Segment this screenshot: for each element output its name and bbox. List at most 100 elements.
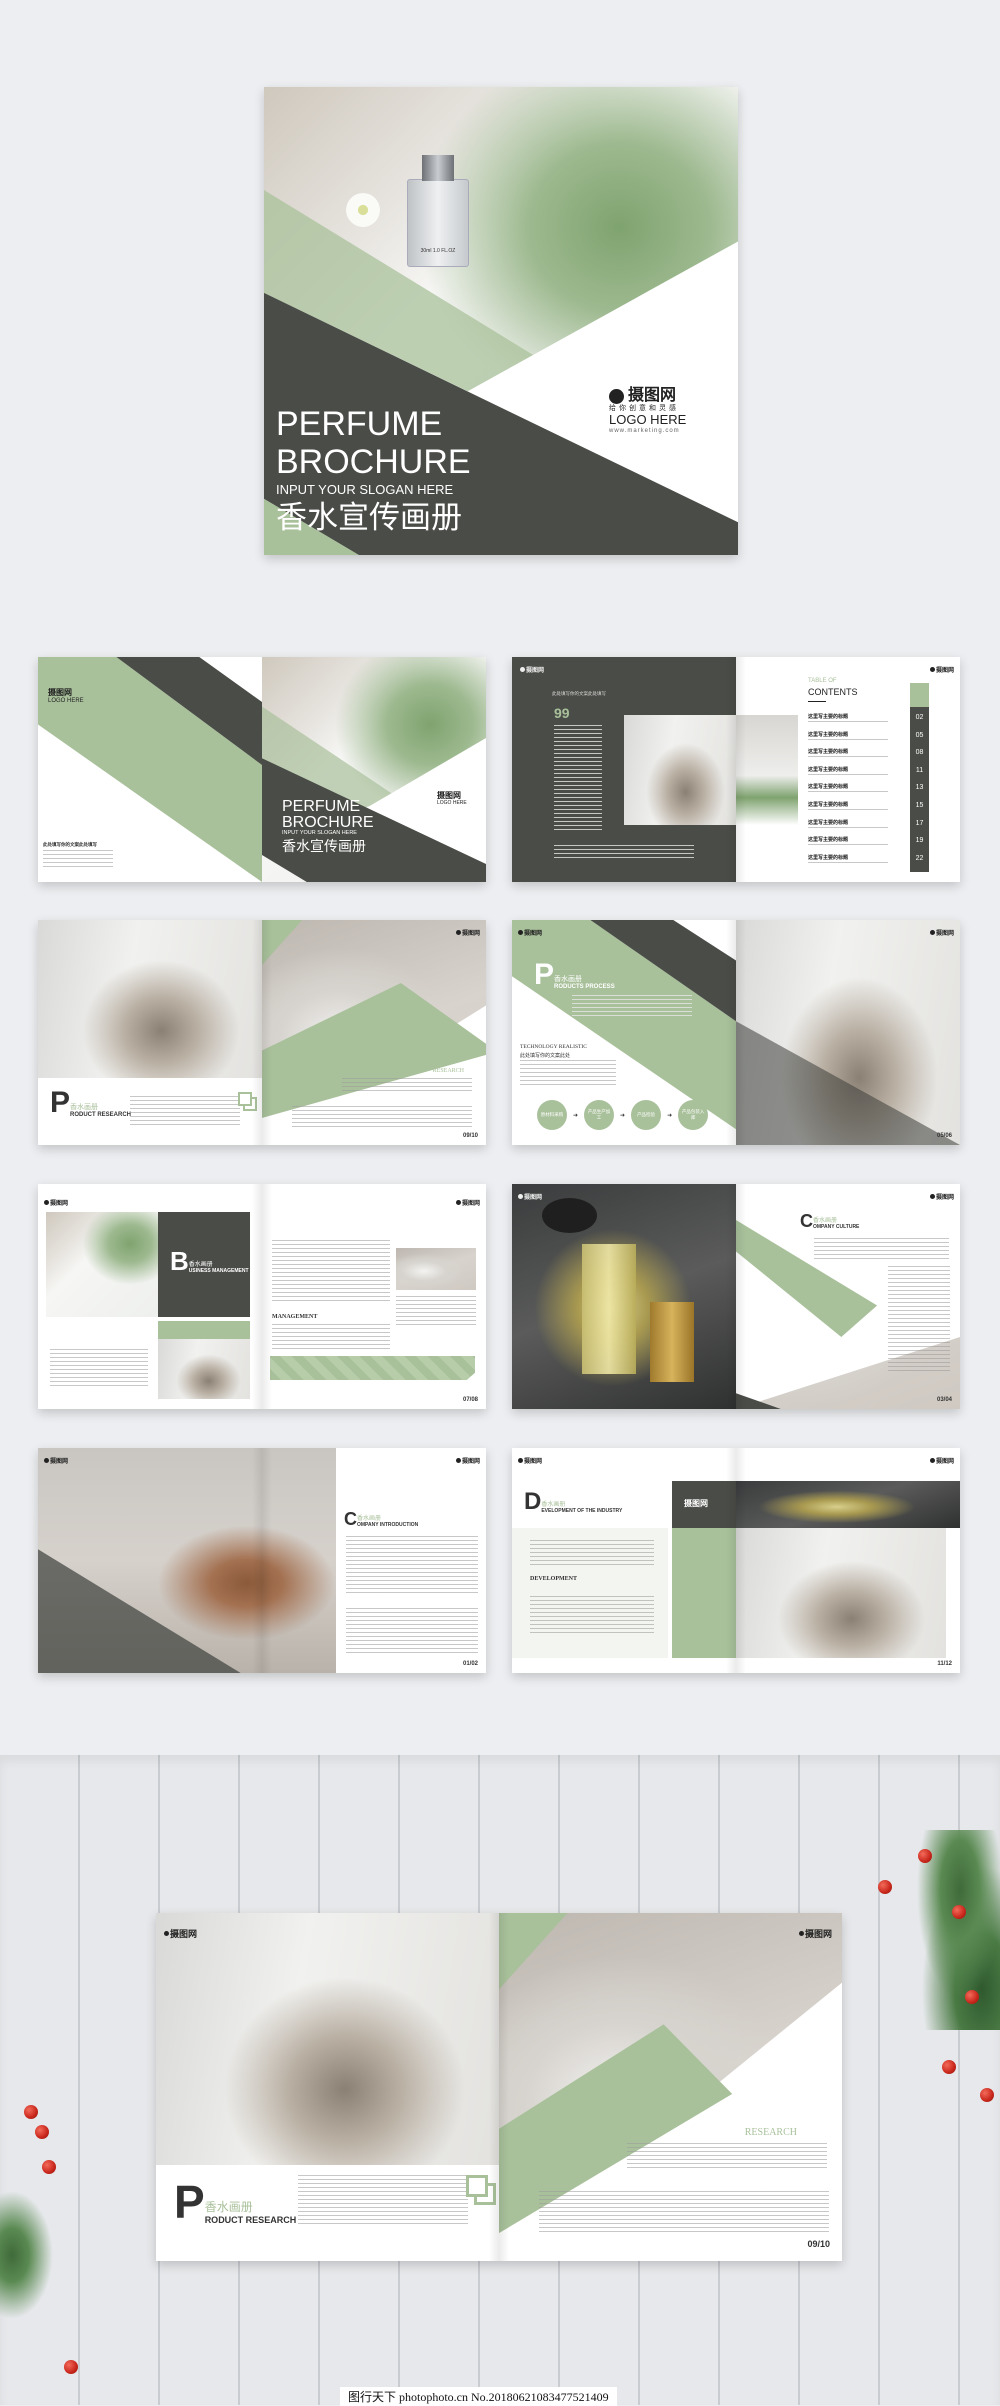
toc-item-subtitle — [808, 791, 888, 794]
body-text — [530, 1540, 654, 1566]
mini-logo: 摄图网 — [929, 665, 954, 674]
section-en: EVELOPMENT OF THE INDUSTRY — [541, 1508, 623, 1514]
berry — [42, 2160, 56, 2174]
development-left: 摄图网 D 香水画册 EVELOPMENT OF THE INDUSTRY DEV… — [512, 1448, 736, 1673]
berry — [64, 2360, 78, 2374]
toc-item[interactable]: 这里写主要的标题 — [808, 854, 888, 864]
camera-aperture-icon — [518, 930, 523, 935]
camera-aperture-icon — [518, 1194, 523, 1199]
berry — [965, 1990, 979, 2004]
side-text — [396, 1296, 476, 1328]
reed-diffuser-image — [38, 920, 262, 1078]
toc-item[interactable]: 这里写主要的标题 — [808, 819, 888, 829]
spread-products-process: 摄图网 P 香水画册 RODUCTS PROCESS TECHNOLOGY REA… — [512, 920, 960, 1145]
section-cn: 香水画册 — [554, 976, 583, 983]
berry — [952, 1905, 966, 1919]
camera-aperture-icon — [520, 667, 525, 672]
page-number: 05/06 — [936, 1133, 952, 1139]
section-title: C 香水画册 OMPANY CULTURE — [800, 1212, 859, 1230]
toc-item-title: 这里写主要的标题 — [808, 819, 849, 826]
back-logo: 摄图网 LOGO HERE — [48, 688, 84, 704]
process-step: 产品检验 — [631, 1100, 662, 1130]
section-en: RODUCT RESEARCH — [204, 2215, 297, 2225]
section-en: RODUCT RESEARCH — [70, 1112, 132, 1118]
contents-page: 摄图网 TABLE OF CONTENTS 这里写主要的标题 02 这里写主要的… — [736, 657, 960, 882]
green-caption-bar — [158, 1321, 250, 1339]
process-left: 摄图网 P 香水画册 RODUCTS PROCESS TECHNOLOGY REA… — [512, 920, 736, 1145]
toc-item[interactable]: 这里写主要的标题 — [808, 748, 888, 759]
basket-image — [396, 1248, 476, 1290]
perfume-bottle-small — [650, 1302, 694, 1382]
product-research-left: P 香水画册 RODUCT RESEARCH — [38, 920, 262, 1145]
section-title: C 香水画册 OMPANY INTRODUCTION — [344, 1510, 418, 1528]
mini-logo: 摄图网 — [518, 928, 542, 937]
page-number: 01/02 — [462, 1661, 478, 1667]
page-number: 07/08 — [462, 1397, 478, 1403]
camera-aperture-icon — [164, 1931, 169, 1936]
reed-diffuser-image — [624, 715, 736, 825]
back-cover-contact: 此处填写你的文案此处填写 — [43, 842, 113, 870]
bottle-label: 30ml 1.0 FL.OZ — [420, 248, 456, 254]
camera-aperture-icon — [798, 1931, 804, 1936]
dark-overlay — [736, 1021, 960, 1145]
logo-name: 摄图网 — [628, 387, 677, 404]
toc-item[interactable]: 这里写主要的标题 — [808, 731, 888, 741]
green-panel — [672, 1528, 736, 1658]
mini-logo: 摄图网 — [455, 1456, 480, 1465]
research-text — [342, 1078, 472, 1094]
toc-item-title: 这里写主要的标题 — [808, 766, 849, 773]
research-label: RESEARCH — [432, 1068, 464, 1074]
intro-text-page: 摄图网 C 香水画册 OMPANY INTRODUCTION 01/02 — [336, 1448, 486, 1673]
research-text-2 — [292, 1106, 472, 1130]
slogan: INPUT YOUR SLOGAN HERE — [282, 830, 357, 836]
toc-item[interactable]: 这里写主要的标题 — [808, 783, 888, 794]
process-step: 产品生产加工 — [584, 1100, 615, 1130]
toc-title: CONTENTS — [808, 687, 858, 697]
logo-text: LOGO HERE — [437, 799, 467, 806]
slogan: INPUT YOUR SLOGAN HERE — [276, 482, 454, 497]
toc-page-number: 08 — [915, 749, 924, 757]
berry — [24, 2105, 38, 2119]
process-steps: 原材料采购 ➜ 产品生产加工 ➜ 产品检验 ➜ 产品包装入库 — [537, 1100, 709, 1130]
body-text — [814, 1238, 949, 1260]
mini-logo: 摄图网 — [518, 1456, 542, 1465]
drop-letter: C — [800, 1211, 813, 1231]
mini-logo: 摄图网 — [518, 1192, 542, 1201]
drop-letter: D — [524, 1488, 542, 1515]
process-step: 原材料采购 — [537, 1100, 567, 1130]
bottle-fern-image — [46, 1212, 158, 1317]
contact-lines — [43, 850, 113, 870]
toc-item[interactable]: 这里写主要的标题 — [808, 713, 888, 723]
toc-label-top: TABLE OF — [808, 678, 837, 684]
mini-logo: 摄图网 — [164, 1927, 197, 1940]
toc-item[interactable]: 这里写主要的标题 — [808, 766, 888, 776]
title-brochure: BROCHURE — [282, 814, 374, 831]
section-en: OMPANY CULTURE — [813, 1224, 860, 1230]
section-title: P 香水画册 RODUCT RESEARCH — [174, 2179, 296, 2225]
mini-logo: 摄图网 — [44, 1198, 68, 1207]
perfume-cap — [422, 155, 454, 181]
reed-diffuser-image — [158, 1339, 250, 1399]
toc-page-number: 11 — [915, 766, 924, 774]
page-number: 09/10 — [807, 2239, 830, 2249]
mini-logo: 摄图网 — [929, 928, 954, 937]
arrow-right-icon: ➜ — [667, 1112, 673, 1119]
toc-item[interactable]: 这里写主要的标题 — [808, 801, 888, 811]
squares-icon — [238, 1092, 252, 1106]
cover-mockup: 30ml 1.0 FL.OZ PERFUME BROCHURE INPUT YO… — [264, 87, 738, 555]
section-en: USINESS MANAGEMENT — [188, 1268, 249, 1274]
toc-icon-box — [910, 683, 929, 707]
toc-item-subtitle — [808, 721, 888, 723]
perfume-bottle-image: 30ml 1.0 FL.OZ — [407, 179, 469, 267]
drop-letter: P — [174, 2176, 205, 2228]
page-number: 03/04 — [936, 1397, 952, 1403]
side-text — [888, 1266, 950, 1374]
squares-icon — [466, 2175, 488, 2197]
berry — [942, 2060, 956, 2074]
tech-heading: TECHNOLOGY REALISTIC — [520, 1044, 587, 1050]
development-text — [530, 1596, 654, 1636]
toc-item[interactable]: 这里写主要的标题 — [808, 836, 888, 847]
section-title: D 香水画册 EVELOPMENT OF THE INDUSTRY — [524, 1488, 623, 1515]
atomizer-bulb — [542, 1198, 597, 1233]
section-title: B 香水画册 USINESS MANAGEMENT — [170, 1248, 249, 1274]
